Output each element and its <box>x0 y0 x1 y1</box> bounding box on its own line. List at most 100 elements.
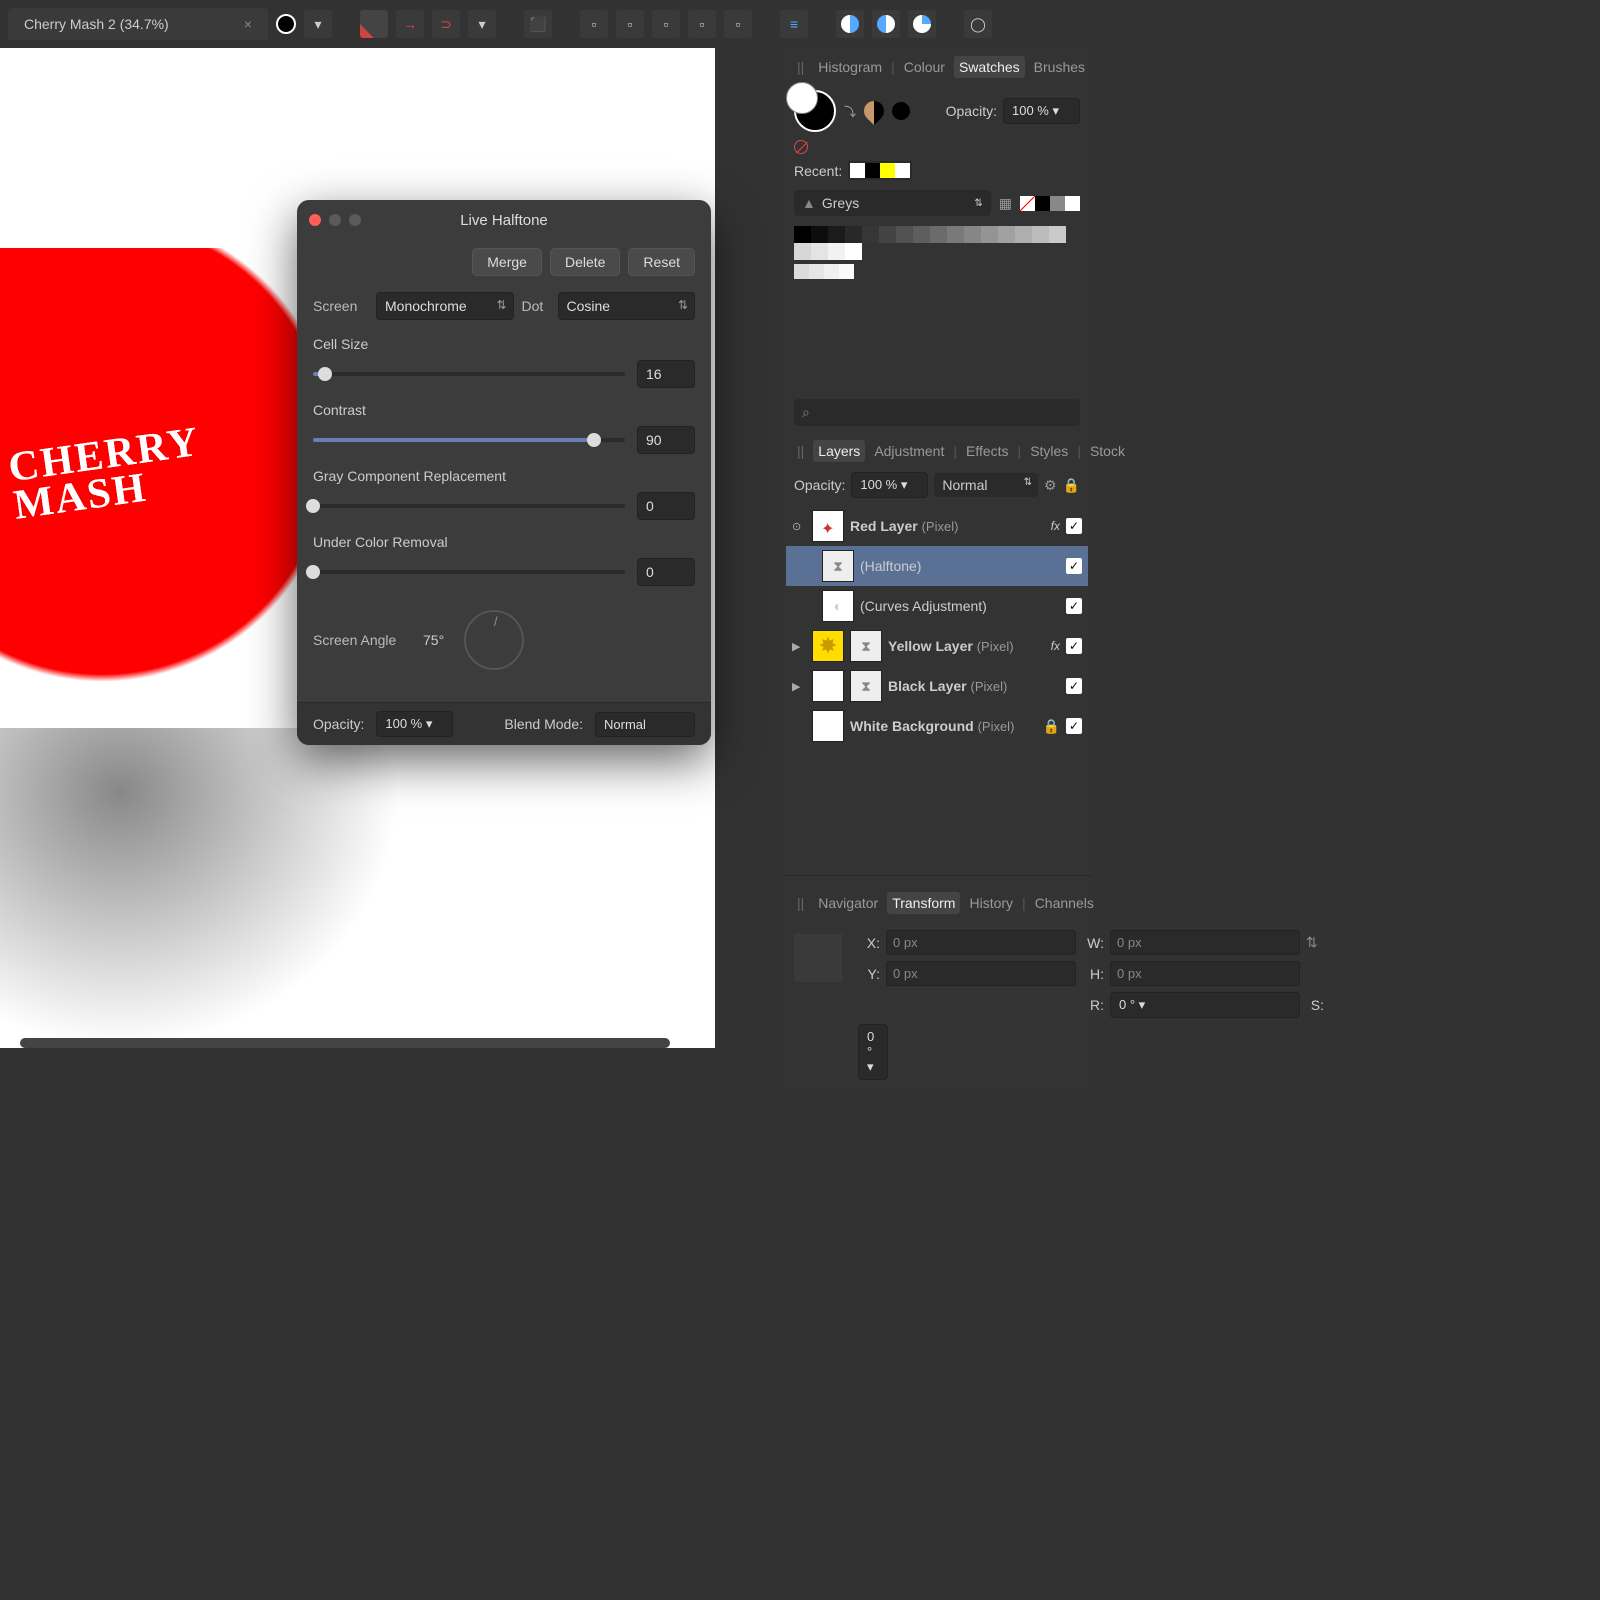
boolean-3[interactable] <box>908 10 936 38</box>
dlg-blend-select[interactable]: Normal <box>595 712 695 737</box>
tab-layers[interactable]: Layers <box>813 440 865 462</box>
gcr-slider[interactable] <box>313 504 625 508</box>
layer-white-bg[interactable]: White Background (Pixel) 🔒 ✓ <box>786 706 1088 746</box>
grey-swatch[interactable] <box>811 243 828 260</box>
screen-select[interactable]: Monochrome <box>376 292 514 320</box>
boolean-1[interactable] <box>836 10 864 38</box>
grey-swatch[interactable] <box>845 226 862 243</box>
grey-swatch[interactable] <box>794 264 809 279</box>
grey-swatch[interactable] <box>845 243 862 260</box>
tab-navigator[interactable]: Navigator <box>813 892 883 914</box>
collapse-icon[interactable]: ⊙ <box>792 520 806 533</box>
white-swatch[interactable] <box>1065 196 1080 211</box>
delete-button[interactable]: Delete <box>550 248 620 276</box>
grey-swatch[interactable] <box>913 226 930 243</box>
arrange-4[interactable]: ▫ <box>688 10 716 38</box>
expand-icon[interactable]: ▶ <box>792 640 806 653</box>
visibility-checkbox[interactable]: ✓ <box>1066 718 1082 734</box>
tab-effects[interactable]: Effects <box>961 440 1014 462</box>
dropdown-button[interactable]: ▾ <box>304 10 332 38</box>
layer-red[interactable]: ⊙ ✦ Red Layer (Pixel) fx ✓ <box>786 506 1088 546</box>
anchor-selector[interactable] <box>794 934 842 982</box>
color-selector[interactable] <box>794 90 836 132</box>
grey-swatch[interactable] <box>794 243 811 260</box>
contrast-slider[interactable] <box>313 438 625 442</box>
grid-icon[interactable] <box>360 10 388 38</box>
visibility-checkbox[interactable]: ✓ <box>1066 678 1082 694</box>
grey-swatch[interactable] <box>794 226 811 243</box>
none-swatch[interactable] <box>1020 196 1035 211</box>
dropdown2[interactable]: ▾ <box>468 10 496 38</box>
boolean-2[interactable] <box>872 10 900 38</box>
gcr-input[interactable] <box>637 492 695 520</box>
grey-swatch[interactable] <box>828 243 845 260</box>
assistant-icon[interactable]: ⬛ <box>524 10 552 38</box>
tab-history[interactable]: History <box>964 892 1018 914</box>
contrast-input[interactable] <box>637 426 695 454</box>
visibility-checkbox[interactable]: ✓ <box>1066 638 1082 654</box>
dot-select[interactable]: Cosine <box>558 292 696 320</box>
recent-swatch[interactable] <box>865 163 880 178</box>
lock-icon[interactable]: 🔒 <box>1043 718 1060 735</box>
fx-icon[interactable]: fx <box>1051 519 1060 533</box>
align-icon[interactable]: ≡ <box>780 10 808 38</box>
merge-button[interactable]: Merge <box>472 248 542 276</box>
x-input[interactable] <box>886 930 1076 955</box>
layer-yellow[interactable]: ▶ ✸ ⧗ Yellow Layer (Pixel) fx ✓ <box>786 626 1088 666</box>
lock-icon[interactable]: 🔒 <box>1063 477 1080 494</box>
visibility-checkbox[interactable]: ✓ <box>1066 518 1082 534</box>
grey-swatch[interactable] <box>998 226 1015 243</box>
recent-swatch[interactable] <box>895 163 910 178</box>
magnet-icon[interactable]: ⊃ <box>432 10 460 38</box>
layer-opacity-select[interactable]: 100 % ▾ <box>851 472 928 498</box>
grey-swatch[interactable] <box>1015 226 1032 243</box>
s-input[interactable]: 0 ° ▾ <box>858 1024 888 1080</box>
tab-styles[interactable]: Styles <box>1025 440 1073 462</box>
grey-swatch[interactable] <box>964 226 981 243</box>
y-input[interactable] <box>886 961 1076 986</box>
ucr-slider[interactable] <box>313 570 625 574</box>
h-input[interactable] <box>1110 961 1300 986</box>
grey-swatch[interactable] <box>930 226 947 243</box>
swatch-opacity-select[interactable]: 100 % ▾ <box>1003 98 1080 124</box>
search-box[interactable]: ⌕ <box>794 399 1080 426</box>
tab-transform[interactable]: Transform <box>887 892 960 914</box>
tab-histogram[interactable]: Histogram <box>813 56 887 78</box>
close-icon[interactable]: × <box>244 16 252 32</box>
tab-stock[interactable]: Stock <box>1085 440 1130 462</box>
cellsize-input[interactable] <box>637 360 695 388</box>
grey-swatch[interactable] <box>1049 226 1066 243</box>
recent-swatch[interactable] <box>850 163 865 178</box>
grey-swatch[interactable] <box>839 264 854 279</box>
w-input[interactable] <box>1110 930 1300 955</box>
grey-swatch[interactable] <box>947 226 964 243</box>
dialog-titlebar[interactable]: Live Halftone <box>297 200 711 240</box>
arrange-1[interactable]: ▫ <box>580 10 608 38</box>
account-icon[interactable]: ◯ <box>964 10 992 38</box>
minimize-window-icon[interactable] <box>329 214 341 226</box>
reset-button[interactable]: Reset <box>628 248 695 276</box>
recent-swatch[interactable] <box>880 163 895 178</box>
grey-swatch[interactable] <box>809 264 824 279</box>
fx-icon[interactable]: fx <box>1051 639 1060 653</box>
grey-swatch[interactable] <box>879 226 896 243</box>
tab-colour[interactable]: Colour <box>899 56 950 78</box>
r-input[interactable]: 0 ° ▾ <box>1110 992 1300 1018</box>
horizontal-scrollbar[interactable] <box>20 1038 670 1048</box>
tab-adjustment[interactable]: Adjustment <box>869 440 949 462</box>
grey-swatch[interactable] <box>981 226 998 243</box>
document-tab[interactable]: Cherry Mash 2 (34.7%) × <box>8 8 268 40</box>
layer-halftone[interactable]: ⧗ (Halftone) ✓ <box>786 546 1088 586</box>
gear-icon[interactable]: ⚙ <box>1044 477 1057 494</box>
black-swatch[interactable] <box>1035 196 1050 211</box>
dlg-opacity-select[interactable]: 100 % ▾ <box>376 711 453 737</box>
visibility-checkbox[interactable]: ✓ <box>1066 598 1082 614</box>
grey-swatch[interactable] <box>828 226 845 243</box>
sample-color[interactable] <box>892 102 910 120</box>
mid-swatch[interactable] <box>1050 196 1065 211</box>
grey-swatch[interactable] <box>811 226 828 243</box>
palette-select[interactable]: ▲ Greys ⇅ <box>794 190 991 216</box>
tab-brushes[interactable]: Brushes <box>1029 56 1090 78</box>
close-window-icon[interactable] <box>309 214 321 226</box>
link-icon[interactable]: ⇅ <box>1306 934 1324 951</box>
